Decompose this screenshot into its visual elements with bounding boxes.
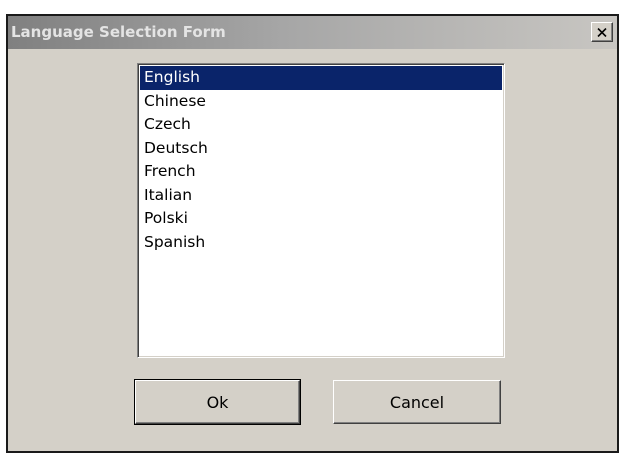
language-selection-dialog: Language Selection Form English Chinese … [6,14,619,453]
list-item-italian[interactable]: Italian [140,184,502,208]
language-listbox[interactable]: English Chinese Czech Deutsch French Ita… [137,63,505,358]
list-item-chinese[interactable]: Chinese [140,90,502,114]
window-title: Language Selection Form [11,23,226,41]
ok-button[interactable]: Ok [134,379,301,425]
list-item-czech[interactable]: Czech [140,113,502,137]
list-item-english[interactable]: English [140,66,502,90]
title-bar[interactable]: Language Selection Form [8,16,617,49]
cancel-button[interactable]: Cancel [333,380,501,424]
list-item-spanish[interactable]: Spanish [140,231,502,255]
close-button[interactable] [591,22,613,42]
list-item-french[interactable]: French [140,160,502,184]
list-item-deutsch[interactable]: Deutsch [140,137,502,161]
list-item-polski[interactable]: Polski [140,207,502,231]
close-icon [597,27,607,37]
